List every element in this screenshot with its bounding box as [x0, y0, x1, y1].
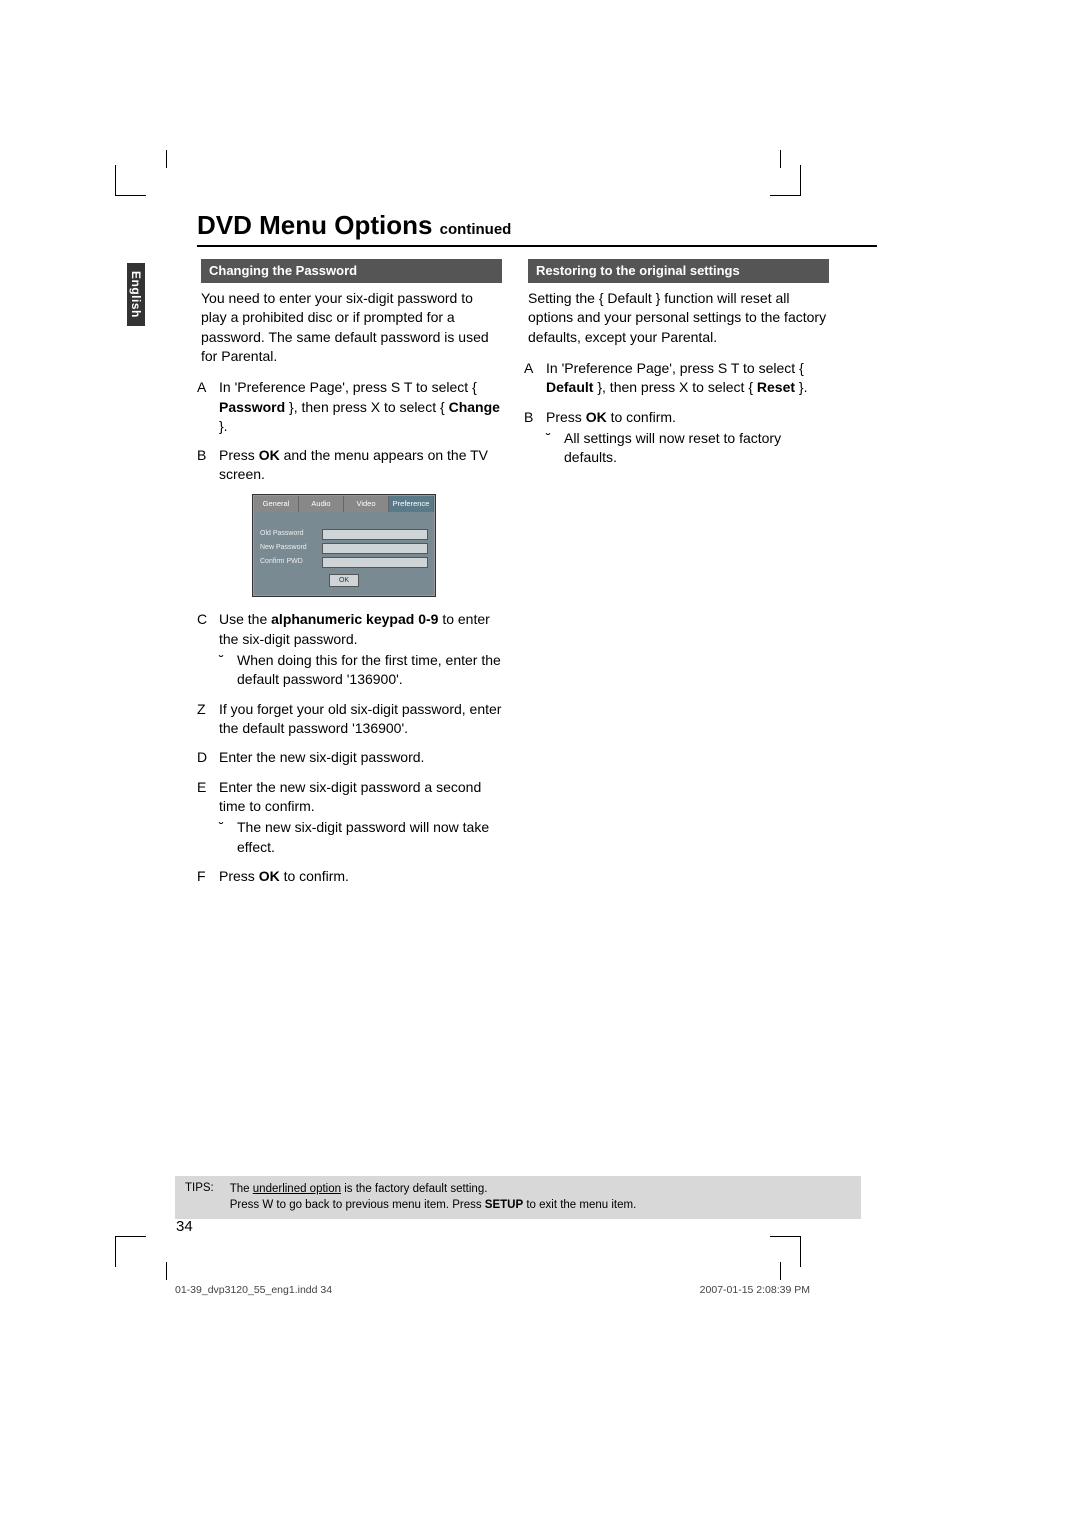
- text: If you forget your old six-digit passwor…: [219, 700, 502, 739]
- osd-label: Confirm PWD: [260, 557, 322, 567]
- text: to confirm.: [607, 409, 676, 425]
- text: The new six-digit password will now take…: [237, 818, 502, 857]
- emphasis: OK: [586, 409, 607, 425]
- crop-tick: [166, 1262, 167, 1280]
- osd-tab: Audio: [299, 496, 344, 512]
- text: Use the: [219, 611, 271, 627]
- title-main: DVD Menu Options: [197, 210, 432, 240]
- step-d: D Enter the new six-digit password.: [197, 748, 502, 767]
- crop-mark: [770, 1236, 801, 1267]
- step-b: B Press OK and the menu appears on the T…: [197, 446, 502, 485]
- manual-page: English DVD Menu Options continued Chang…: [155, 155, 875, 896]
- step-c: C Use the alphanumeric keypad 0-9 to ent…: [197, 610, 502, 689]
- underlined-text: underlined option: [253, 1183, 341, 1195]
- section-heading: Restoring to the original settings: [528, 259, 829, 283]
- step-label: B: [524, 408, 546, 468]
- language-tab: English: [127, 263, 145, 326]
- text: Press W to go back to previous menu item…: [230, 1199, 485, 1211]
- text: Press: [219, 447, 259, 463]
- text: to exit the menu item.: [523, 1199, 636, 1211]
- crop-mark: [115, 1236, 146, 1267]
- text: All settings will now reset to factory d…: [564, 429, 829, 468]
- step-label: F: [197, 867, 219, 886]
- page-number: 34: [176, 1218, 193, 1235]
- step-label: Z: [197, 700, 219, 739]
- osd-screenshot: General Audio Video Preference Old Passw…: [253, 495, 435, 597]
- left-column: Changing the Password You need to enter …: [197, 259, 502, 896]
- text: When doing this for the first time, ente…: [237, 651, 502, 690]
- tips-label: TIPS:: [185, 1182, 214, 1213]
- step-label: C: [197, 610, 219, 689]
- emphasis: OK: [259, 868, 280, 884]
- arrow-icon: ˘: [219, 651, 237, 690]
- osd-tab: General: [254, 496, 299, 512]
- step-label: A: [197, 378, 219, 436]
- emphasis: Reset: [757, 379, 795, 395]
- step-z: Z If you forget your old six-digit passw…: [197, 700, 502, 739]
- text: Press: [219, 868, 259, 884]
- tips-body: The underlined option is the factory def…: [230, 1182, 637, 1213]
- text: In 'Preference Page', press S T to selec…: [546, 360, 804, 376]
- text: In 'Preference Page', press S T to selec…: [219, 379, 477, 395]
- step-label: D: [197, 748, 219, 767]
- step-b: B Press OK to confirm. ˘All settings wil…: [524, 408, 829, 468]
- osd-label: New Password: [260, 543, 322, 553]
- text: }, then press X to select {: [285, 399, 448, 415]
- osd-label: Old Password: [260, 529, 322, 539]
- intro-text: You need to enter your six-digit passwor…: [201, 289, 502, 366]
- tips-box: TIPS: The underlined option is the facto…: [175, 1176, 861, 1219]
- text: Enter the new six-digit password a secon…: [219, 779, 481, 814]
- osd-tab: Video: [344, 496, 389, 512]
- title-rule: [197, 245, 877, 247]
- text: Press: [546, 409, 586, 425]
- arrow-icon: ˘: [546, 429, 564, 468]
- osd-field: [322, 543, 428, 554]
- osd-tab-active: Preference: [389, 496, 434, 512]
- emphasis: Password: [219, 399, 285, 415]
- footer-filename: 01-39_dvp3120_55_eng1.indd 34: [175, 1284, 332, 1296]
- text: to confirm.: [280, 868, 349, 884]
- text: }.: [219, 418, 228, 434]
- crop-mark: [115, 165, 146, 196]
- osd-field: [322, 557, 428, 568]
- step-a: A In 'Preference Page', press S T to sel…: [197, 378, 502, 436]
- crop-tick: [780, 1262, 781, 1280]
- section-heading: Changing the Password: [201, 259, 502, 283]
- emphasis: Default: [546, 379, 593, 395]
- step-label: B: [197, 446, 219, 485]
- emphasis: SETUP: [485, 1199, 523, 1211]
- page-title: DVD Menu Options continued: [197, 210, 875, 241]
- right-column: Restoring to the original settings Setti…: [524, 259, 829, 896]
- emphasis: alphanumeric keypad 0-9: [271, 611, 438, 627]
- step-label: A: [524, 359, 546, 398]
- step-a: A In 'Preference Page', press S T to sel…: [524, 359, 829, 398]
- text: Enter the new six-digit password.: [219, 748, 502, 767]
- emphasis: Change: [449, 399, 500, 415]
- text: }, then press X to select {: [593, 379, 756, 395]
- osd-field: [322, 529, 428, 540]
- emphasis: OK: [259, 447, 280, 463]
- step-label: E: [197, 778, 219, 857]
- intro-text: Setting the { Default } function will re…: [528, 289, 829, 347]
- step-f: F Press OK to confirm.: [197, 867, 502, 886]
- text: }.: [795, 379, 807, 395]
- osd-ok-button: OK: [329, 574, 359, 588]
- text: is the factory default setting.: [341, 1183, 487, 1195]
- arrow-icon: ˘: [219, 818, 237, 857]
- footer-timestamp: 2007-01-15 2:08:39 PM: [700, 1284, 810, 1296]
- text: The: [230, 1183, 253, 1195]
- title-sub: continued: [440, 221, 512, 238]
- step-e: E Enter the new six-digit password a sec…: [197, 778, 502, 857]
